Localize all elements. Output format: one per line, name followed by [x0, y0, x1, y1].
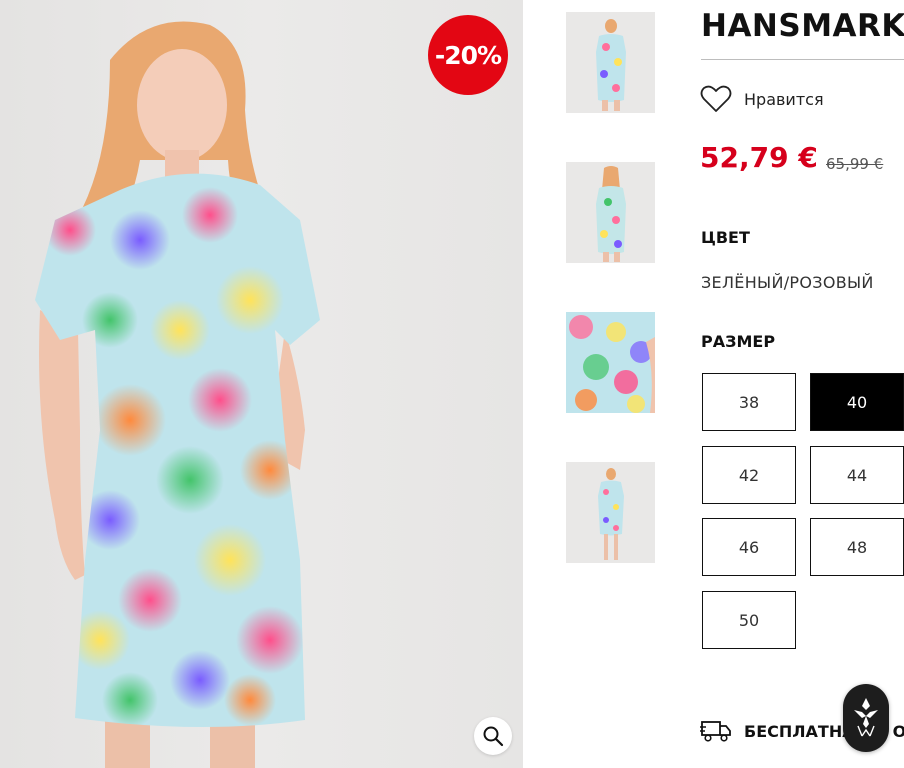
thumbnail-image	[566, 162, 655, 263]
thumbnail-image	[566, 12, 655, 113]
chat-badge-button[interactable]	[843, 684, 889, 752]
thumbnail-front-view[interactable]	[566, 12, 655, 113]
size-option-42[interactable]: 42	[702, 446, 796, 504]
thumbnail-image	[566, 312, 655, 413]
size-option-48[interactable]: 48	[810, 518, 904, 576]
size-option-50[interactable]: 50	[702, 591, 796, 649]
size-option-44[interactable]: 44	[810, 446, 904, 504]
product-title: HANSMARK	[701, 8, 904, 44]
wishlist-button[interactable]: Нравится	[700, 84, 824, 114]
old-price: 65,99 €	[826, 155, 884, 173]
wishlist-label: Нравится	[744, 89, 824, 109]
color-value: ЗЕЛЁНЫЙ/РОЗОВЫЙ	[701, 273, 874, 292]
current-price: 52,79 €	[700, 141, 818, 174]
main-product-image[interactable]: -20%	[0, 0, 523, 768]
discount-badge: -20%	[428, 15, 508, 95]
size-option-38[interactable]: 38	[702, 373, 796, 431]
zoom-button[interactable]	[474, 717, 512, 755]
heart-outline-icon	[700, 85, 732, 112]
chat-badge-icon	[854, 698, 878, 737]
title-divider	[701, 59, 904, 60]
thumbnail-back-view[interactable]	[566, 162, 655, 263]
color-section-label: ЦВЕТ	[701, 228, 750, 247]
delivery-truck-icon	[700, 721, 731, 742]
magnifier-icon	[483, 726, 504, 747]
size-option-40[interactable]: 40	[810, 373, 904, 431]
size-section-label: РАЗМЕР	[701, 332, 776, 351]
model-illustration	[35, 21, 320, 768]
thumbnail-full-length-view[interactable]	[566, 462, 655, 563]
thumbnail-image	[566, 462, 655, 563]
thumbnail-fabric-closeup[interactable]	[566, 312, 655, 413]
size-option-46[interactable]: 46	[702, 518, 796, 576]
